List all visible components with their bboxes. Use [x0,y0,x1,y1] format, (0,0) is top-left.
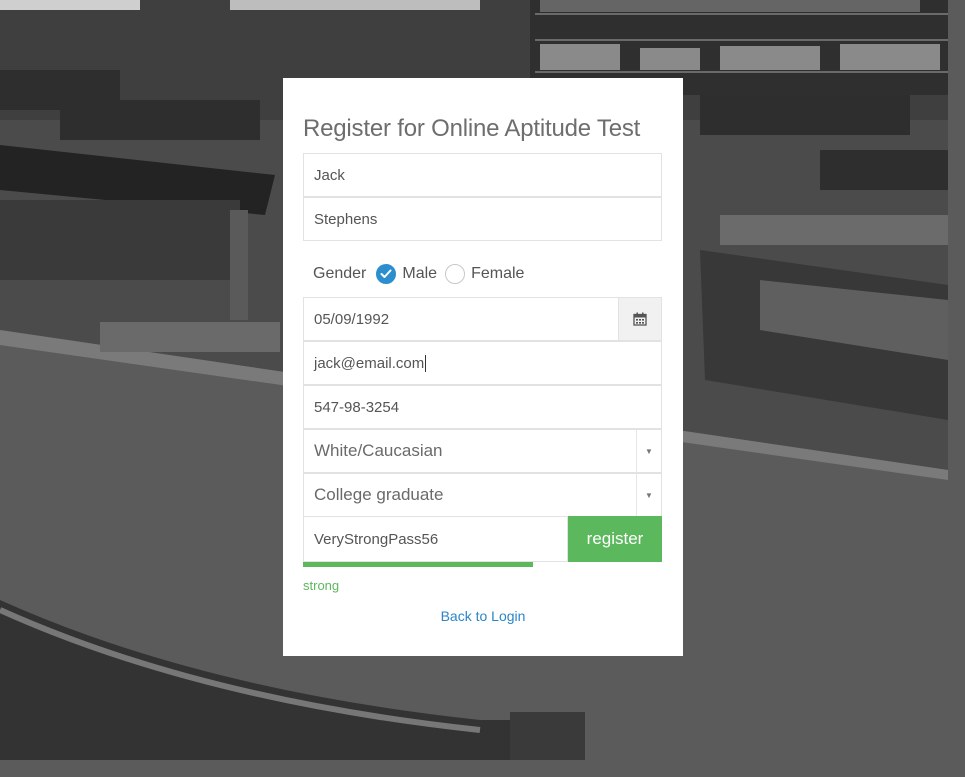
password-strength-meter [303,562,591,567]
text-cursor [425,354,427,372]
race-select[interactable]: White/Caucasian ▼ [303,429,662,473]
dob-field[interactable] [303,297,662,341]
password-input[interactable] [304,517,567,561]
first-name-field[interactable] [303,153,662,197]
female-label: Female [471,265,525,282]
background-edge [0,760,965,777]
education-select[interactable]: College graduate ▼ [303,473,662,517]
caret-down-icon[interactable]: ▼ [636,474,661,516]
gender-group: Gender Male Female [313,261,532,287]
female-radio[interactable] [445,264,466,284]
phone-field[interactable] [303,385,662,429]
calendar-icon [633,312,647,326]
register-button[interactable]: register [568,516,662,562]
registration-card: Register for Online Aptitude Test Gender… [283,78,683,656]
male-label: Male [402,265,438,282]
back-to-login-link[interactable]: Back to Login [283,608,683,624]
first-name-input[interactable] [304,154,661,196]
education-selected-value[interactable]: College graduate [304,474,636,516]
password-row: register [303,516,662,562]
caret-down-icon[interactable]: ▼ [636,430,661,472]
phone-input[interactable] [304,386,661,428]
gender-label: Gender [313,265,367,282]
password-field[interactable] [303,516,568,562]
email-input[interactable]: jack@email.com [314,355,424,372]
email-value-wrap[interactable]: jack@email.com [304,342,661,384]
dob-input[interactable] [304,298,618,340]
gender-male-option[interactable]: Male [376,264,437,284]
gender-female-option[interactable]: Female [445,264,524,284]
password-strength-fill [303,562,534,567]
check-icon [380,269,392,278]
form-title: Register for Online Aptitude Test [303,115,641,142]
email-field[interactable]: jack@email.com [303,341,662,385]
male-radio[interactable] [376,264,397,284]
calendar-button[interactable] [618,298,661,340]
last-name-input[interactable] [304,198,661,240]
password-strength-label: strong [303,578,340,593]
race-selected-value[interactable]: White/Caucasian [304,430,636,472]
last-name-field[interactable] [303,197,662,241]
background-edge [948,0,965,777]
